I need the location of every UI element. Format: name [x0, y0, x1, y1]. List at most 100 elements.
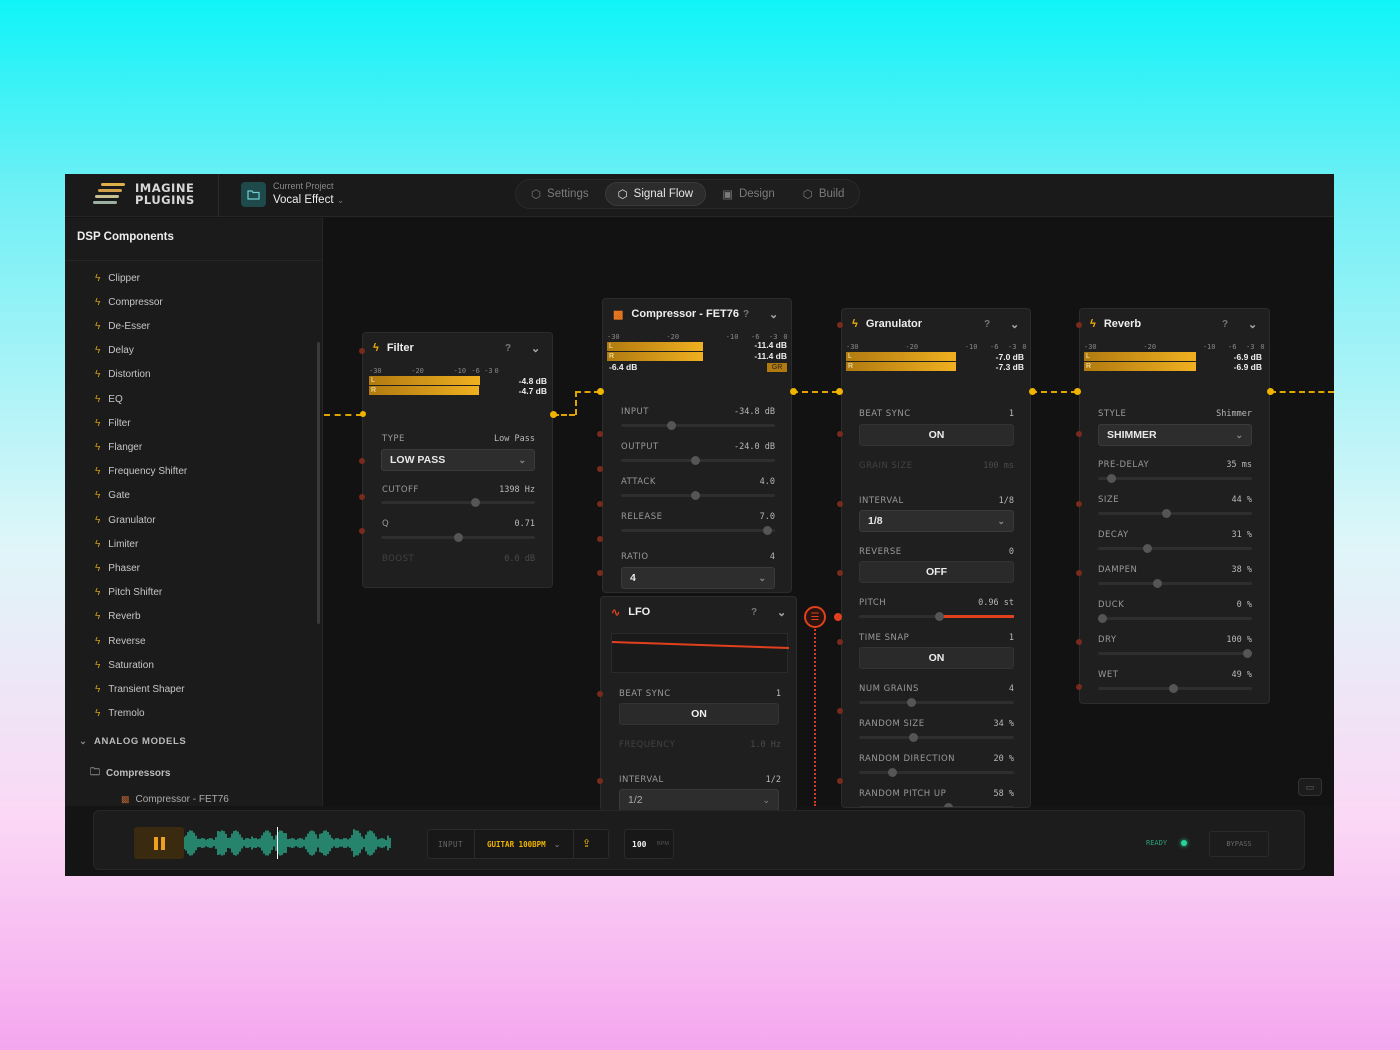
- slider-knob[interactable]: [690, 456, 700, 465]
- granulator-beat-sync-toggle[interactable]: ON: [859, 424, 1014, 446]
- q-slider[interactable]: [381, 533, 535, 542]
- chevron-down-icon[interactable]: ⌄: [777, 606, 786, 619]
- param-slider[interactable]: [1098, 614, 1252, 623]
- chevron-down-icon[interactable]: ⌄: [1248, 318, 1257, 331]
- sidebar-item[interactable]: ϟ Phaser: [95, 560, 140, 576]
- param-port[interactable]: [359, 348, 365, 354]
- slider-knob[interactable]: [1161, 509, 1171, 518]
- waveform-display[interactable]: [183, 827, 392, 859]
- sidebar-scrollbar[interactable]: [317, 342, 320, 624]
- chevron-down-icon[interactable]: ⌄: [769, 308, 778, 321]
- sidebar-item[interactable]: ϟ Gate: [95, 488, 130, 504]
- param-slider[interactable]: [1098, 544, 1252, 553]
- param-port[interactable]: [837, 639, 843, 645]
- filter-panel[interactable]: ϟ Filter ? ⌄ -30 -20 -10 -6 -3 0 L R -4.8 dB …: [362, 332, 553, 588]
- param-port[interactable]: [837, 708, 843, 714]
- granulator-time-snap-toggle[interactable]: ON: [859, 647, 1014, 669]
- panel-header[interactable]: ϟ Granulator ? ⌄: [842, 309, 1030, 339]
- chevron-down-icon[interactable]: ⌄: [531, 342, 540, 355]
- param-slider[interactable]: [1098, 649, 1252, 658]
- param-port[interactable]: [1076, 501, 1082, 507]
- slider-knob[interactable]: [1098, 614, 1107, 623]
- sidebar-item[interactable]: ϟ Saturation: [95, 657, 154, 673]
- param-port[interactable]: [597, 431, 603, 437]
- signal-flow-canvas[interactable]: ☰ ϟ Filter ? ⌄ -30 -20 -10 -6 -3 0 L R -4.8 d…: [324, 218, 1334, 811]
- param-port[interactable]: [837, 501, 843, 507]
- granulator-interval-select[interactable]: 1/8 ⌄: [859, 510, 1014, 532]
- sidebar-item[interactable]: ϟ Compressor: [95, 294, 163, 310]
- bypass-button[interactable]: BYPASS: [1209, 831, 1269, 857]
- folder-icon[interactable]: [241, 182, 266, 207]
- mod-target-port[interactable]: [834, 613, 842, 621]
- help-icon[interactable]: ?: [743, 309, 749, 320]
- panel-header[interactable]: ▩ Compressor - FET76 ? ⌄: [603, 299, 791, 329]
- tab-settings[interactable]: ⬡ Settings: [519, 182, 601, 206]
- filter-type-select[interactable]: LOW PASS ⌄: [381, 449, 535, 471]
- pitch-slider[interactable]: [859, 612, 1014, 621]
- panel-header[interactable]: ϟ Filter ? ⌄: [363, 333, 552, 363]
- playhead[interactable]: [277, 827, 278, 859]
- sidebar-item[interactable]: ϟ Flanger: [95, 439, 142, 455]
- slider-knob[interactable]: [1153, 579, 1163, 588]
- slider-knob[interactable]: [1142, 544, 1152, 553]
- param-port[interactable]: [837, 431, 843, 437]
- sidebar-item[interactable]: ϟ Pitch Shifter: [95, 585, 162, 601]
- sidebar-item[interactable]: ϟ Limiter: [95, 536, 138, 552]
- param-slider[interactable]: [621, 526, 775, 535]
- slider-knob[interactable]: [470, 498, 480, 507]
- lfo-interval-select[interactable]: 1/2 ⌄: [619, 789, 779, 810]
- sidebar-item[interactable]: ϟ Tremolo: [95, 706, 145, 722]
- slider-knob[interactable]: [907, 698, 917, 707]
- param-slider[interactable]: [859, 698, 1014, 707]
- param-port[interactable]: [359, 494, 365, 500]
- sidebar-item[interactable]: ϟ Clipper: [95, 270, 140, 286]
- param-slider[interactable]: [859, 803, 1014, 807]
- panel-header[interactable]: ϟ Reverb ? ⌄: [1080, 309, 1269, 339]
- compressor-panel[interactable]: ▩ Compressor - FET76 ? ⌄ -30 -20 -10 -6 -3 0 …: [602, 298, 792, 593]
- param-port[interactable]: [597, 570, 603, 576]
- param-port[interactable]: [359, 458, 365, 464]
- param-port[interactable]: [359, 528, 365, 534]
- slider-knob[interactable]: [1106, 474, 1116, 483]
- chevron-down-icon[interactable]: ⌄: [1010, 318, 1019, 331]
- sidebar-item-compressor-fet76[interactable]: ▩ Compressor - FET76: [121, 794, 229, 805]
- output-port[interactable]: [1029, 388, 1036, 395]
- folder-compressors[interactable]: 🗀 Compressors: [90, 765, 170, 782]
- slider-knob[interactable]: [690, 491, 700, 500]
- param-port[interactable]: [837, 778, 843, 784]
- sidebar-item[interactable]: ϟ De-Esser: [95, 318, 150, 334]
- param-slider[interactable]: [1098, 474, 1252, 483]
- upload-button[interactable]: ⇪: [582, 837, 591, 850]
- help-icon[interactable]: ?: [505, 343, 511, 354]
- tab-design[interactable]: ▣ Design: [710, 182, 787, 206]
- slider-knob[interactable]: [1169, 684, 1179, 693]
- bpm-field[interactable]: 100 BPM: [624, 829, 674, 859]
- input-port[interactable]: [1074, 388, 1081, 395]
- mod-source-handle[interactable]: ☰: [804, 606, 826, 628]
- slider-knob[interactable]: [1243, 649, 1252, 658]
- slider-knob[interactable]: [453, 533, 463, 542]
- reverb-panel[interactable]: ϟ Reverb ? ⌄ -30 -20 -10 -6 -3 0 L R -6.9 dB …: [1079, 308, 1270, 704]
- output-port[interactable]: [790, 388, 797, 395]
- param-slider[interactable]: [859, 768, 1014, 777]
- sidebar-item[interactable]: ϟ Filter: [95, 415, 131, 431]
- granulator-panel[interactable]: ϟ Granulator ? ⌄ -30 -20 -10 -6 -3 0 L R -7.0…: [841, 308, 1031, 808]
- param-port[interactable]: [1076, 639, 1082, 645]
- slider-knob[interactable]: [763, 526, 773, 535]
- panel-header[interactable]: ∿ LFO ? ⌄: [601, 597, 796, 627]
- tab-build[interactable]: ⬡ Build: [791, 182, 857, 206]
- sidebar-item[interactable]: ϟ Granulator: [95, 512, 156, 528]
- param-slider[interactable]: [621, 421, 775, 430]
- param-slider[interactable]: [859, 733, 1014, 742]
- slider-knob[interactable]: [667, 421, 677, 430]
- help-icon[interactable]: ?: [984, 319, 990, 330]
- param-port[interactable]: [837, 322, 843, 328]
- param-port[interactable]: [597, 501, 603, 507]
- slider-knob[interactable]: [908, 733, 918, 742]
- param-port[interactable]: [1076, 431, 1082, 437]
- param-port[interactable]: [597, 691, 603, 697]
- help-icon[interactable]: ?: [751, 607, 757, 618]
- minimap-button[interactable]: ▭: [1298, 778, 1322, 796]
- param-port[interactable]: [1076, 322, 1082, 328]
- analog-models-section[interactable]: ⌄ ANALOG MODELS: [79, 736, 186, 747]
